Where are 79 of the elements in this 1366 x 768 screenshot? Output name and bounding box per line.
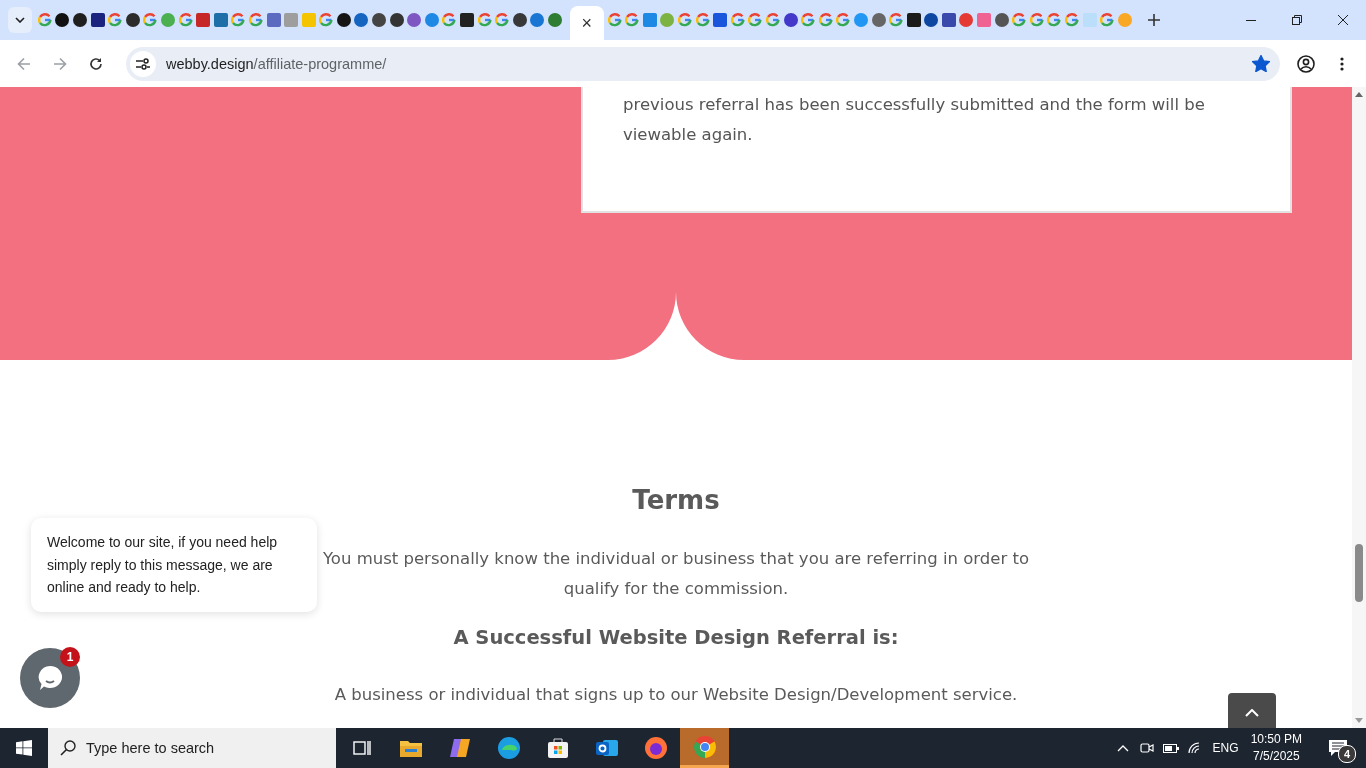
scrollbar[interactable]	[1352, 87, 1366, 728]
scroll-up-arrow-icon[interactable]	[1355, 92, 1363, 97]
unread-badge: 1	[60, 647, 80, 667]
close-tab-button[interactable]: ×	[581, 12, 593, 34]
taskbar-search-field[interactable]: Type here to search	[48, 728, 336, 768]
google-favicon-icon	[748, 13, 763, 27]
search-placeholder: Type here to search	[86, 740, 215, 756]
video-camera-icon	[1139, 741, 1154, 755]
google-favicon-icon	[495, 13, 510, 27]
google-favicon-icon	[678, 13, 692, 27]
search-icon	[60, 740, 76, 756]
folder-icon	[398, 738, 423, 758]
google-favicon-icon	[836, 13, 851, 27]
tab-search-button[interactable]	[8, 7, 32, 33]
back-to-top-button[interactable]	[1228, 693, 1276, 728]
google-favicon-icon	[801, 13, 816, 27]
notifications-button[interactable]: 4	[1316, 728, 1360, 768]
notification-count: 4	[1338, 745, 1356, 763]
google-favicon-icon	[178, 13, 193, 27]
google-favicon-icon	[1047, 13, 1062, 27]
reload-icon	[89, 56, 103, 71]
google-favicon-icon	[818, 13, 833, 27]
address-bar[interactable]: webby.design/affiliate-programme/	[126, 46, 1280, 81]
clock-date: 7/5/2025	[1252, 748, 1300, 765]
more-vertical-icon	[1340, 56, 1344, 71]
edge-icon	[496, 736, 521, 760]
google-favicon-icon	[319, 13, 334, 27]
google-favicon-icon	[765, 13, 780, 27]
url-text: webby.design/affiliate-programme/	[166, 55, 387, 72]
clock[interactable]: 10:50 PM 7/5/2025	[1250, 731, 1302, 765]
terms-paragraph: You must personally know the individual or business that you are referring in order to qualify for the commission.	[321, 548, 1031, 600]
chrome-icon	[692, 734, 717, 759]
google-favicon-icon	[730, 13, 745, 27]
terms-heading: Terms	[632, 484, 720, 516]
firefox-icon	[643, 736, 668, 760]
bookmark-star-icon[interactable]	[1252, 55, 1270, 72]
back-arrow-icon	[17, 56, 31, 71]
google-favicon-icon	[442, 13, 457, 27]
google-favicon-icon	[248, 13, 263, 27]
google-favicon-icon	[231, 13, 246, 27]
google-favicon-icon	[143, 13, 158, 27]
site-info-button[interactable]	[130, 50, 156, 77]
store-icon	[545, 736, 570, 760]
chat-button[interactable]	[20, 648, 80, 708]
google-favicon-icon	[889, 13, 904, 27]
scroll-thumb[interactable]	[1355, 544, 1363, 602]
card-text: previous referral has been successfully submitted and the form will be viewable again.	[623, 94, 1206, 146]
google-favicon-icon	[695, 13, 710, 27]
chevron-down-icon	[15, 17, 25, 23]
battery-icon	[1162, 743, 1179, 753]
google-favicon-icon	[1029, 13, 1044, 27]
forward-arrow-icon	[53, 56, 67, 71]
google-favicon-icon	[625, 13, 640, 27]
windows-logo-icon	[16, 740, 32, 756]
browser-tab[interactable]: ×	[569, 6, 604, 40]
wifi-icon	[1187, 742, 1202, 754]
google-favicon-icon	[1065, 13, 1080, 27]
chat-message: Welcome to our site, if you need help simply reply to this message, we are online and ready to help.	[31, 518, 317, 612]
restore-icon	[1292, 15, 1302, 25]
google-favicon-icon	[607, 13, 622, 27]
profile-icon	[1297, 54, 1315, 73]
google-favicon-icon	[1012, 13, 1027, 27]
copilot-icon	[447, 736, 472, 760]
referral-subheading: A Successful Website Design Referral is:	[453, 625, 899, 651]
scroll-down-arrow-icon[interactable]	[1355, 718, 1363, 723]
google-favicon-icon	[108, 13, 123, 27]
google-favicon-icon	[477, 13, 492, 27]
clock-time: 10:50 PM	[1250, 731, 1302, 748]
google-favicon-icon	[1100, 13, 1115, 27]
minimize-icon	[1246, 19, 1256, 21]
chevron-up-icon	[1116, 744, 1129, 752]
plus-icon	[1147, 14, 1160, 26]
referral-paragraph: A business or individual that signs up to our Website Design/Development service.	[334, 684, 1018, 706]
google-favicon-icon	[37, 13, 52, 27]
task-view-icon	[352, 740, 371, 756]
close-icon	[1338, 15, 1348, 25]
language-indicator[interactable]: ENG	[1212, 741, 1239, 755]
tune-icon	[136, 57, 150, 70]
chevron-up-icon	[1245, 709, 1259, 717]
